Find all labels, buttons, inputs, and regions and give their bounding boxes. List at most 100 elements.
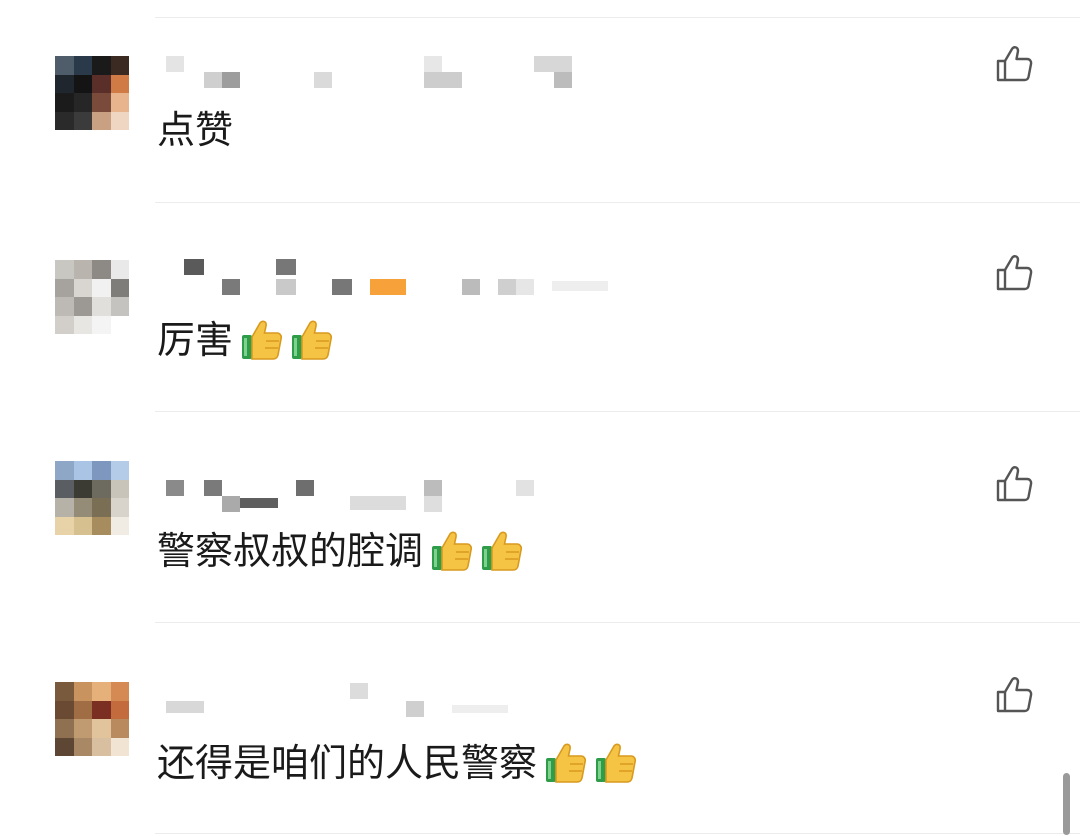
avatar-tile	[73, 461, 92, 480]
avatar-tile	[110, 479, 129, 498]
avatar-tile	[110, 516, 129, 535]
thumbs-up-outline-icon	[996, 46, 1033, 82]
comment-text-content: 点赞	[157, 108, 234, 152]
comment-divider	[155, 833, 1080, 834]
comment-text-content: 还得是咱们的人民警察	[157, 741, 538, 785]
avatar-tile	[110, 737, 129, 756]
avatar-tile	[110, 700, 129, 719]
avatar[interactable]	[55, 260, 129, 334]
comment-item: 还得是咱们的人民警察	[0, 623, 1080, 834]
user-badge	[370, 279, 406, 295]
comment-text: 点赞	[157, 107, 233, 153]
avatar-tile	[92, 260, 111, 279]
avatar-tile	[73, 479, 92, 498]
avatar-tile	[110, 315, 129, 334]
like-button[interactable]	[994, 253, 1034, 293]
thumbs-up-emoji-icon	[546, 743, 587, 783]
avatar-tile	[55, 737, 74, 756]
avatar-tile	[92, 74, 111, 93]
avatar-tile	[73, 719, 92, 738]
avatar-tile	[110, 111, 129, 130]
avatar-tile	[92, 479, 111, 498]
avatar-tile	[55, 479, 74, 498]
avatar-tile	[55, 516, 74, 535]
avatar-tile	[55, 682, 74, 701]
avatar-tile	[92, 682, 111, 701]
thumbs-up-outline-icon	[996, 677, 1033, 713]
avatar-tile	[110, 278, 129, 297]
thumbs-up-emoji-icon	[292, 320, 333, 360]
avatar-tile	[73, 297, 92, 316]
like-button[interactable]	[994, 44, 1034, 84]
thumbs-up-emoji-icon	[242, 320, 283, 360]
username-pixelated[interactable]	[160, 52, 640, 88]
avatar-tile	[55, 56, 74, 75]
thumbs-up-emoji-icon	[482, 531, 523, 571]
avatar-tile	[110, 498, 129, 517]
avatar-tile	[92, 461, 111, 480]
avatar-tile	[55, 93, 74, 112]
avatar-tile	[55, 74, 74, 93]
avatar-tile	[92, 719, 111, 738]
avatar-tile	[92, 278, 111, 297]
avatar-tile	[110, 260, 129, 279]
username-pixelated[interactable]	[160, 259, 640, 295]
avatar-tile	[110, 682, 129, 701]
avatar-tile	[73, 498, 92, 517]
avatar-tile	[73, 93, 92, 112]
avatar-tile	[55, 498, 74, 517]
avatar-tile	[55, 278, 74, 297]
thumbs-up-outline-icon	[996, 255, 1033, 291]
avatar-tile	[55, 719, 74, 738]
comment-text-content: 厉害	[157, 318, 234, 362]
comment-item: 警察叔叔的腔调	[0, 412, 1080, 622]
like-button[interactable]	[994, 464, 1034, 504]
like-button[interactable]	[994, 675, 1034, 715]
avatar-tile	[92, 93, 111, 112]
avatar-tile	[92, 297, 111, 316]
avatar-tile	[73, 260, 92, 279]
avatar-tile	[110, 93, 129, 112]
avatar-tile	[73, 315, 92, 334]
avatar-tile	[73, 682, 92, 701]
avatar[interactable]	[55, 682, 129, 756]
avatar-tile	[92, 498, 111, 517]
avatar-tile	[92, 111, 111, 130]
avatar-tile	[73, 516, 92, 535]
avatar-tile	[110, 719, 129, 738]
comment-item: 点赞	[0, 0, 1080, 202]
comment-item: 厉害	[0, 203, 1080, 411]
comment-text: 警察叔叔的腔调	[157, 528, 525, 574]
avatar-tile	[73, 278, 92, 297]
avatar-tile	[73, 111, 92, 130]
avatar-tile	[92, 516, 111, 535]
avatar-tile	[55, 111, 74, 130]
avatar-tile	[55, 700, 74, 719]
avatar-tile	[73, 74, 92, 93]
avatar-tile	[110, 56, 129, 75]
avatar-tile	[92, 700, 111, 719]
avatar[interactable]	[55, 56, 129, 130]
thumbs-up-emoji-icon	[432, 531, 473, 571]
username-pixelated[interactable]	[160, 681, 640, 717]
avatar-tile	[73, 56, 92, 75]
username-pixelated[interactable]	[160, 478, 640, 514]
avatar-tile	[92, 315, 111, 334]
avatar-tile	[110, 297, 129, 316]
thumbs-up-emoji-icon	[596, 743, 637, 783]
avatar-tile	[55, 260, 74, 279]
avatar[interactable]	[55, 461, 129, 535]
comment-text-content: 警察叔叔的腔调	[157, 529, 424, 573]
thumbs-up-outline-icon	[996, 466, 1033, 502]
avatar-tile	[55, 315, 74, 334]
comment-text: 厉害	[157, 317, 335, 363]
comment-text: 还得是咱们的人民警察	[157, 740, 639, 786]
avatar-tile	[110, 461, 129, 480]
avatar-tile	[92, 56, 111, 75]
scrollbar[interactable]	[1063, 773, 1070, 835]
avatar-tile	[55, 461, 74, 480]
avatar-tile	[110, 74, 129, 93]
avatar-tile	[73, 700, 92, 719]
avatar-tile	[55, 297, 74, 316]
avatar-tile	[73, 737, 92, 756]
